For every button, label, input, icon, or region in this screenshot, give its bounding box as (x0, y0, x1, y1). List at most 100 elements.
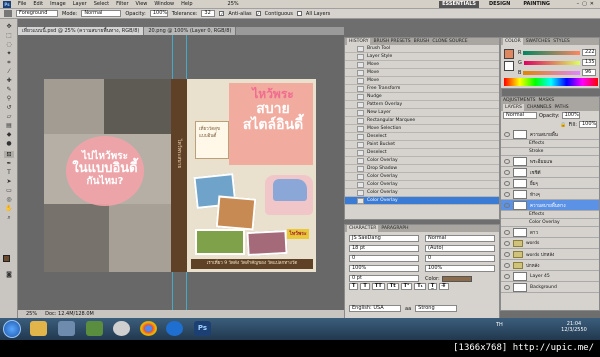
tab-character[interactable]: CHARACTER (347, 225, 379, 232)
clock[interactable]: 21:04 12/3/2550 (556, 321, 592, 333)
menu-filter[interactable]: Filter (116, 1, 128, 7)
menu-layer[interactable]: Layer (73, 1, 87, 7)
media-folder-icon[interactable] (58, 321, 75, 336)
tab-swatches[interactable]: SWATCHES (526, 38, 551, 45)
eye-icon[interactable] (504, 131, 510, 137)
quick-mask-icon[interactable]: ◙ (4, 271, 14, 278)
language-indicator[interactable]: TH (496, 322, 503, 328)
all-caps-button[interactable]: TT (371, 283, 385, 290)
horizontal-scale-input[interactable]: 100% (425, 265, 495, 272)
menu-select[interactable]: Select (94, 1, 109, 7)
blue-value[interactable]: 96 (582, 69, 596, 76)
document-canvas[interactable]: ไปไหว้พระ ในแบบอินดี้ กันไหม? ไหว้พระสบา… (44, 79, 316, 272)
eye-icon[interactable] (504, 202, 510, 208)
history-step[interactable]: Color Overlay (345, 157, 499, 165)
healing-brush-icon[interactable]: ✚ (4, 77, 14, 84)
tab-adjustments[interactable]: ADJUSTMENTS (503, 97, 535, 104)
history-step[interactable]: Color Overlay (345, 189, 499, 197)
font-size-input[interactable]: 18 pt (349, 245, 419, 252)
menu-image[interactable]: Image (50, 1, 66, 7)
eye-icon[interactable] (504, 180, 510, 186)
eye-icon[interactable] (504, 251, 510, 257)
history-step[interactable]: Deselect (345, 133, 499, 141)
paint-bucket-icon[interactable] (4, 10, 12, 17)
marquee-tool-icon[interactable]: ⬚ (4, 32, 14, 39)
eye-icon[interactable] (504, 229, 510, 235)
workspace-design[interactable]: DESIGN (486, 1, 513, 8)
tab-styles[interactable]: STYLES (553, 38, 570, 45)
shape-tool-icon[interactable]: ▭ (4, 187, 14, 194)
baseline-shift-input[interactable]: 0 pt (349, 275, 419, 282)
superscript-button[interactable]: T¹ (400, 283, 413, 290)
font-style-select[interactable]: Normal (425, 235, 495, 242)
eye-icon[interactable] (504, 158, 510, 164)
layer-row[interactable]: words ปกหลัง (501, 249, 599, 260)
layer-row[interactable]: Background (501, 282, 599, 293)
clone-stamp-icon[interactable]: ⚲ (4, 95, 14, 102)
eraser-tool-icon[interactable]: ▱ (4, 113, 14, 120)
layer-fill-input[interactable]: 100% (579, 121, 597, 128)
layer-row[interactable]: ยิ้มๆ (501, 178, 599, 189)
menu-window[interactable]: Window (154, 1, 174, 7)
chrome-icon[interactable] (140, 321, 157, 336)
layer-row[interactable]: ห้างๆ (501, 189, 599, 200)
vertical-scale-input[interactable]: 100% (349, 265, 419, 272)
status-zoom[interactable]: 25% (26, 311, 37, 317)
blur-tool-icon[interactable]: ◆ (4, 131, 14, 138)
workspace-essentials[interactable]: ESSENTIALS (439, 0, 479, 8)
tab-paragraph[interactable]: PARAGRAPH (381, 225, 408, 232)
lasso-tool-icon[interactable]: ◌ (4, 41, 14, 48)
tab-brush[interactable]: BRUSH (414, 38, 430, 45)
menu-view[interactable]: View (136, 1, 148, 7)
workspace-painting[interactable]: PAINTING (520, 1, 553, 8)
layer-effect-row[interactable]: Color Overlay (501, 219, 599, 227)
layer-row[interactable]: ดาว (501, 227, 599, 238)
strikethrough-button[interactable]: T̶ (439, 283, 449, 290)
layer-effect-row[interactable]: Effects (501, 140, 599, 148)
type-tool-icon[interactable]: T (4, 169, 14, 176)
tolerance-input[interactable]: 32 (201, 10, 216, 17)
history-step[interactable]: Move (345, 77, 499, 85)
color-background-swatch[interactable] (504, 61, 514, 71)
subscript-button[interactable]: T₁ (414, 283, 426, 290)
color-spectrum[interactable] (504, 78, 598, 86)
tab-color[interactable]: COLOR (503, 38, 523, 45)
eye-icon[interactable] (504, 273, 510, 279)
history-step[interactable]: New Layer (345, 109, 499, 117)
tab-clone-source[interactable]: CLONE SOURCE (432, 38, 467, 45)
eye-icon[interactable] (504, 284, 510, 290)
tab-masks[interactable]: MASKS (538, 97, 554, 104)
layer-row[interactable]: ปกหลัง (501, 260, 599, 271)
green-slider[interactable] (523, 60, 580, 65)
history-step[interactable]: Color Overlay (345, 173, 499, 181)
tab-paths[interactable]: PATHS (554, 104, 568, 111)
language-select[interactable]: English: USA (349, 305, 401, 312)
contiguous-checkbox[interactable]: ✓ (255, 11, 261, 16)
tab-layers[interactable]: LAYERS (503, 104, 524, 111)
red-slider[interactable] (523, 50, 580, 55)
layer-opacity-input[interactable]: 100% (561, 112, 580, 119)
opacity-input[interactable]: 100% (149, 10, 168, 17)
red-value[interactable]: 222 (582, 49, 596, 56)
move-tool-icon[interactable]: ✥ (4, 23, 14, 30)
menu-help[interactable]: Help (181, 1, 192, 7)
explorer-icon[interactable] (30, 321, 47, 336)
crop-tool-icon[interactable]: ⌗ (4, 59, 14, 66)
layer-row[interactable]: words (501, 238, 599, 249)
leading-input[interactable]: (Auto) (425, 245, 495, 252)
brush-tool-icon[interactable]: ✎ (4, 86, 14, 93)
font-family-select[interactable]: JS SaeDang (349, 235, 419, 242)
faux-bold-button[interactable]: T (349, 283, 359, 290)
underline-button[interactable]: T̲ (427, 283, 438, 290)
layer-effect-row[interactable]: Stroke (501, 148, 599, 156)
fill-source-select[interactable]: Foreground (16, 10, 58, 17)
color-foreground-swatch[interactable] (504, 49, 514, 59)
history-step[interactable]: Color Overlay (345, 181, 499, 189)
green-value[interactable]: 135 (582, 59, 596, 66)
zoom-tool-icon[interactable]: ⌕ (4, 214, 14, 221)
lock-icon[interactable]: 🔒 (560, 122, 566, 128)
eye-icon[interactable] (504, 191, 510, 197)
window-controls[interactable]: –▢✕ (560, 1, 600, 7)
history-step[interactable]: Deselect (345, 149, 499, 157)
layer-row[interactable]: ความสบายพื้นทาง (501, 200, 599, 211)
